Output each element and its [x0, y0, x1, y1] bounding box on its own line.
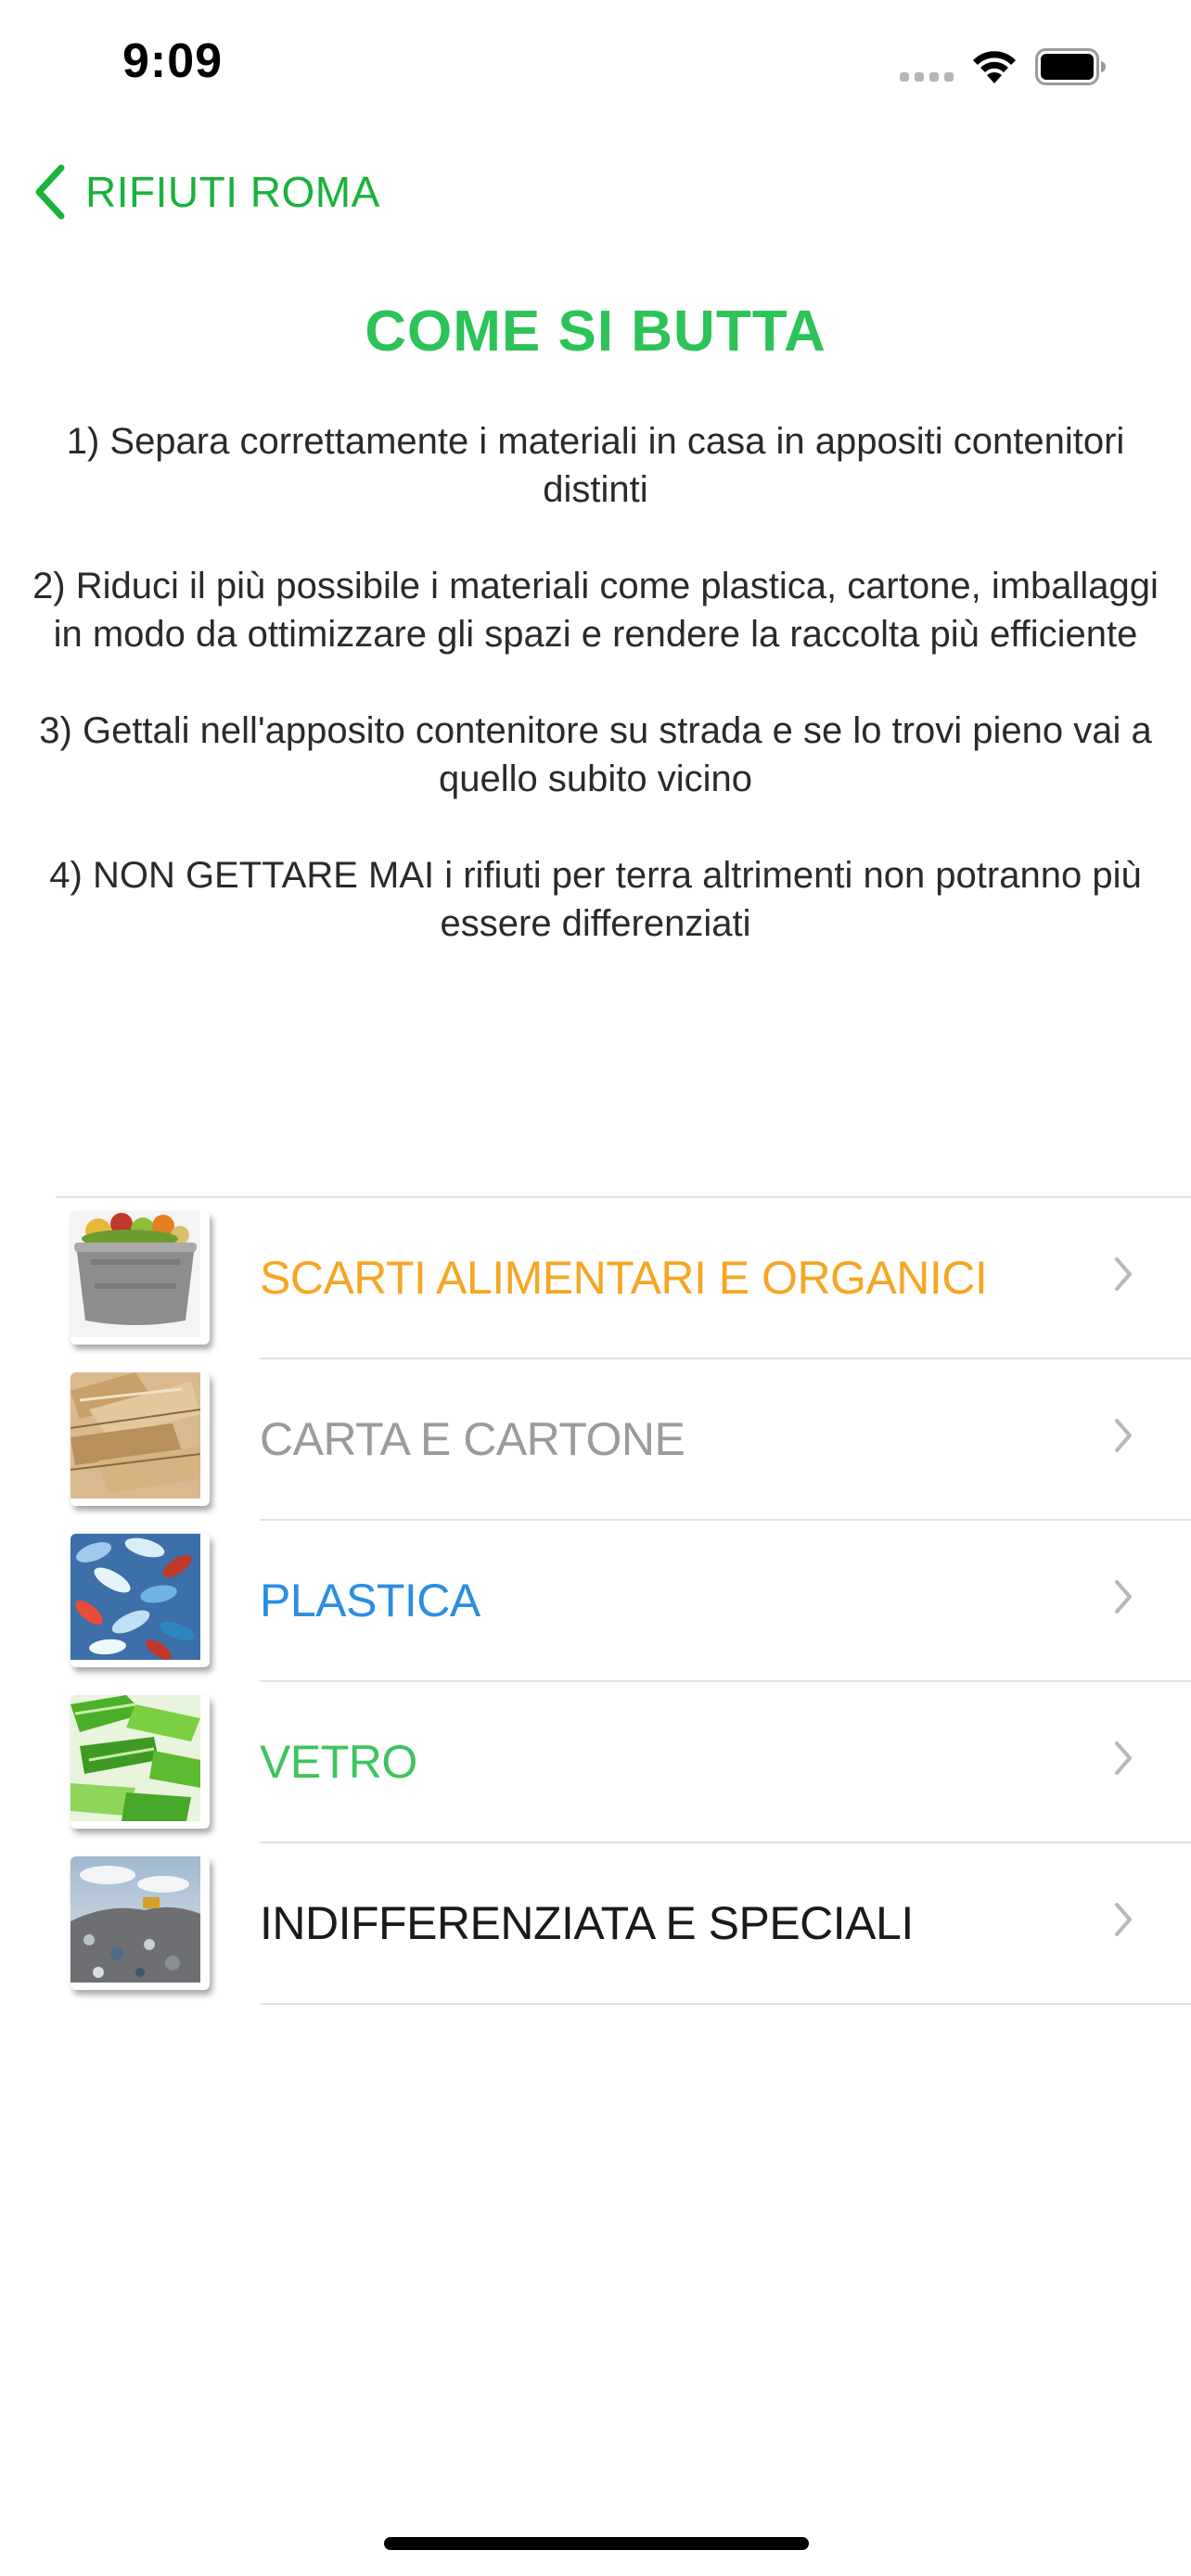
- category-label: SCARTI ALIMENTARI E ORGANICI: [260, 1252, 988, 1304]
- chevron-right-icon: [1115, 1903, 1132, 1936]
- chevron-right-icon: [1115, 1419, 1132, 1452]
- category-label: VETRO: [260, 1736, 417, 1788]
- category-label: INDIFFERENZIATA E SPECIALI: [260, 1897, 914, 1949]
- category-label: PLASTICA: [260, 1575, 480, 1626]
- chevron-left-icon: [35, 164, 65, 220]
- category-list: SCARTI ALIMENTARI E ORGANICI CARTA E CAR…: [56, 1196, 1191, 2005]
- plastic-bottles-thumbnail: [70, 1534, 210, 1667]
- status-time: 9:09: [122, 34, 224, 88]
- category-row-mixed[interactable]: INDIFFERENZIATA E SPECIALI: [56, 1843, 1191, 2005]
- category-label: CARTA E CARTONE: [260, 1413, 685, 1465]
- home-indicator[interactable]: [384, 2537, 809, 2550]
- instruction-step-3: 3) Gettali nell'apposito contenitore su …: [39, 710, 1152, 799]
- instruction-step-1: 1) Separa correttamente i materiali in c…: [66, 421, 1125, 510]
- back-button-label: RIFIUTI ROMA: [85, 168, 380, 216]
- category-row-plastic[interactable]: PLASTICA: [56, 1521, 1191, 1682]
- instruction-step-4: 4) NON GETTARE MAI i rifiuti per terra a…: [49, 855, 1142, 944]
- wifi-icon: [973, 51, 1016, 83]
- chevron-right-icon: [1115, 1580, 1132, 1613]
- battery-icon: [1035, 48, 1106, 85]
- organic-waste-thumbnail: [70, 1211, 210, 1345]
- category-row-glass[interactable]: VETRO: [56, 1682, 1191, 1843]
- glass-bottles-thumbnail: [70, 1695, 210, 1829]
- cardboard-thumbnail: [70, 1372, 210, 1506]
- category-row-paper[interactable]: CARTA E CARTONE: [56, 1359, 1191, 1521]
- category-row-organic[interactable]: SCARTI ALIMENTARI E ORGANICI: [56, 1198, 1191, 1359]
- instruction-step-2: 2) Riduci il più possibile i materiali c…: [32, 566, 1159, 655]
- landfill-thumbnail: [70, 1856, 210, 1990]
- chevron-right-icon: [1115, 1741, 1132, 1775]
- row-divider: [260, 2003, 1191, 2005]
- page-title: COME SI BUTTA: [365, 300, 826, 363]
- chevron-right-icon: [1115, 1257, 1132, 1291]
- cellular-signal-icon: [900, 72, 957, 83]
- status-bar: 9:09: [0, 0, 1191, 130]
- instructions-text: 1) Separa correttamente i materiali in c…: [22, 417, 1169, 996]
- back-button[interactable]: RIFIUTI ROMA: [33, 159, 380, 224]
